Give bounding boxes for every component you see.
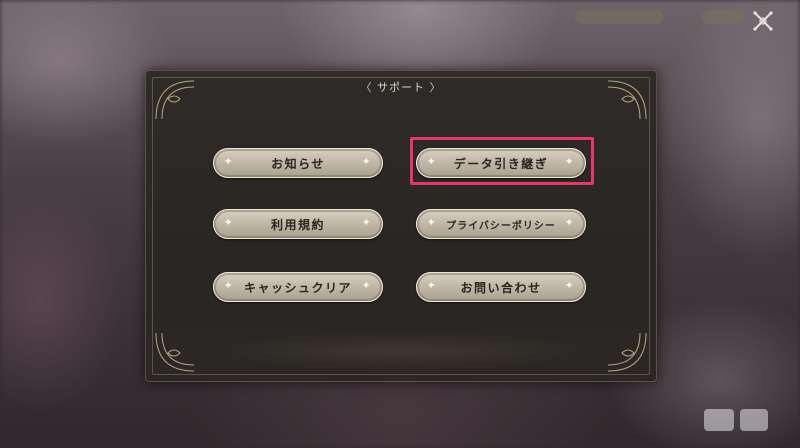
title-bracket-right: 〉 [429,81,442,94]
title-bracket-left: 〈 [360,81,373,94]
data-transfer-button[interactable]: ✦ データ引き継ぎ ✦ [416,148,586,178]
sparkle-icon: ✦ [564,155,576,168]
corner-ornament-icon [154,329,198,373]
close-button[interactable] [750,8,776,34]
contact-button-label: お問い合わせ [460,280,542,295]
news-button-label: お知らせ [271,156,325,171]
top-status-bar-left [575,10,663,24]
top-status-bar-right [702,10,744,24]
sparkle-icon: ✦ [361,155,373,168]
terms-button-label: 利用規約 [270,217,325,232]
close-x-icon [753,11,773,31]
privacy-policy-button[interactable]: ✦ プライバシーポリシー ✦ [416,209,586,239]
sparkle-icon: ✦ [564,279,576,292]
contact-button[interactable]: ✦ お問い合わせ ✦ [416,272,586,302]
sparkle-icon: ✦ [426,216,438,229]
dialog-title-text: サポート [377,81,425,94]
sparkle-icon: ✦ [426,155,438,168]
sparkle-icon: ✦ [223,279,235,292]
widget-block [704,409,734,431]
sparkle-icon: ✦ [426,279,438,292]
privacy-policy-button-label: プライバシーポリシー [446,220,556,232]
dialog-title: 〈 サポート 〉 [146,79,656,95]
cache-clear-button[interactable]: ✦ キャッシュクリア ✦ [213,272,383,302]
news-button[interactable]: ✦ お知らせ ✦ [213,148,383,178]
sparkle-icon: ✦ [361,216,373,229]
widget-block [740,409,768,431]
sparkle-icon: ✦ [223,216,235,229]
sparkle-icon: ✦ [564,216,576,229]
terms-button[interactable]: ✦ 利用規約 ✦ [213,209,383,239]
bottom-right-widget [704,406,774,434]
data-transfer-button-label: データ引き継ぎ [453,156,549,171]
sparkle-icon: ✦ [223,155,235,168]
sparkle-icon: ✦ [361,279,373,292]
dialog-bottom-ornament [206,331,596,371]
cache-clear-button-label: キャッシュクリア [243,280,352,295]
support-dialog: 〈 サポート 〉 ✦ お知らせ ✦ ✦ データ引き継ぎ ✦ ✦ 利用規約 ✦ ✦… [145,70,657,382]
corner-ornament-icon [604,329,648,373]
